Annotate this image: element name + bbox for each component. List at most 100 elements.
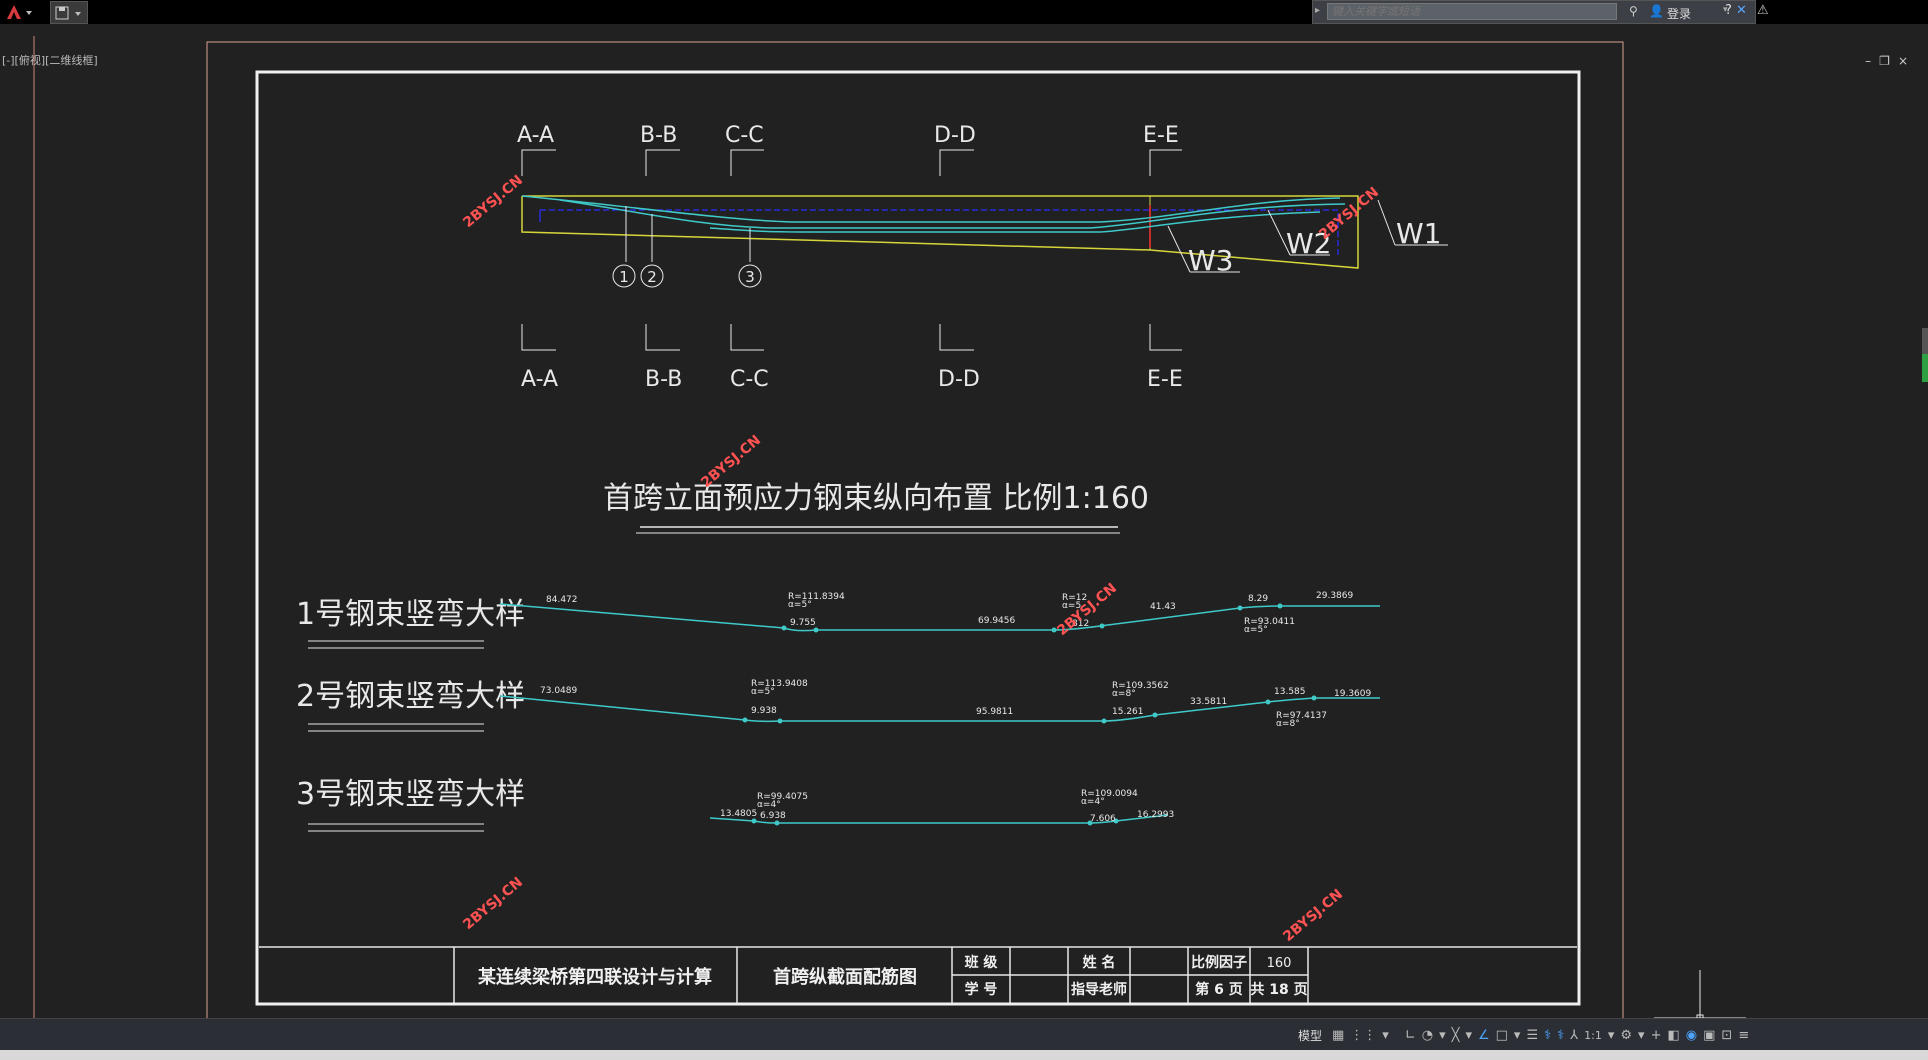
model-space-canvas[interactable]: [-][俯视][二维线框] –❐× A-A B-B C-C D-D E-E A-… (0, 24, 1928, 1022)
application-title-bar: ▸ ⚲ 👤 登录 ▾ ✕ ⚠ ? (0, 0, 1928, 24)
annotation: 84.472 (546, 595, 578, 605)
tendon-profiles (499, 603, 1380, 824)
scale-label: 比例因子 (1191, 954, 1247, 971)
section-label: B-B (640, 123, 677, 148)
drawing-frame (255, 70, 1581, 1006)
scale-value: 160 (1267, 956, 1292, 971)
project-name: 某连续梁桥第四联设计与计算 (478, 966, 712, 988)
annotation: α=5° (751, 687, 775, 697)
watermark: 2BYSJ.CN (1280, 886, 1346, 945)
quick-access-toolbar-button[interactable] (50, 1, 88, 24)
annotation: 29.3869 (1316, 591, 1353, 601)
annotation: 7.606 (1090, 814, 1116, 824)
workspace-gear-icon[interactable]: ⚙ (1620, 1028, 1632, 1043)
paper-border (206, 41, 1624, 1022)
annotation: 16.2993 (1137, 810, 1174, 820)
binoculars-icon[interactable]: ⚲ (1629, 4, 1638, 18)
tendon-vertices (742, 603, 1317, 826)
annotation: 73.0489 (540, 686, 577, 696)
user-icon[interactable]: 👤 (1649, 4, 1664, 18)
chevron-down-icon[interactable]: ▾ (1514, 1028, 1521, 1043)
main-title: 首跨立面预应力钢束纵向布置 比例1:160 (603, 481, 1149, 516)
model-tab[interactable]: 模型 (1298, 1027, 1322, 1044)
annotation-visibility-icon[interactable]: ⚕ (1544, 1028, 1551, 1043)
grid-icon[interactable]: ▦ (1332, 1028, 1344, 1043)
annotation: 95.9811 (976, 707, 1013, 717)
autocad-logo-icon (7, 4, 32, 19)
application-menu-button[interactable] (2, 1, 36, 22)
advisor-label: 指导老师 (1071, 981, 1127, 998)
exchange-icon[interactable]: ✕ (1736, 3, 1747, 18)
annotation-scale-icon[interactable]: ⅄ (1570, 1028, 1578, 1043)
snap-icon[interactable]: ⋮⋮ (1350, 1028, 1376, 1043)
plus-icon[interactable]: + (1651, 1028, 1662, 1043)
annotation: α=8° (1112, 689, 1136, 699)
stay-connected-icon[interactable]: ⚠ (1757, 3, 1769, 18)
detail-label-1: 1号钢束竖弯大样 (296, 597, 525, 632)
isodraft-icon[interactable]: ╳ (1452, 1028, 1460, 1043)
annotation: α=4° (1081, 797, 1105, 807)
detail-label-3: 3号钢束竖弯大样 (296, 777, 525, 812)
section-label: B-B (645, 367, 682, 392)
tendon-marker: 3 (745, 268, 755, 286)
tendon-marker: 2 (647, 268, 657, 286)
clean-screen-icon[interactable]: ⊡ (1721, 1028, 1732, 1043)
login-link[interactable]: 登录 (1667, 5, 1691, 22)
ortho-icon[interactable]: ∟ (1405, 1028, 1416, 1043)
title-block-grid (259, 946, 1577, 1003)
annotation: 9.755 (790, 618, 816, 628)
annotation: α=5° (1244, 625, 1268, 635)
chevron-down-icon[interactable]: ▾ (1465, 1028, 1472, 1043)
graphics-icon[interactable]: ▣ (1703, 1028, 1715, 1043)
drawing-sheet: A-A B-B C-C D-D E-E A-A B-B C-C D-D E-E … (33, 36, 1928, 1022)
search-input[interactable] (1327, 3, 1617, 20)
section-label: A-A (521, 367, 558, 392)
web-labels: W1 W2 W3 (1188, 217, 1442, 277)
tendon-markers: 1 2 3 (619, 268, 755, 286)
web-label: W1 (1396, 217, 1442, 250)
status-bar: 模型 ▦ ⋮⋮ ▾ ∟ ◔ ▾ ╳ ▾ ∠ □ ▾ ☰ ⚕ ⚕ ⅄ 1:1 ▾ … (0, 1018, 1928, 1051)
save-icon (55, 6, 81, 19)
annotation: α=5° (788, 600, 812, 610)
polar-icon[interactable]: ◔ (1422, 1028, 1433, 1043)
chevron-down-icon[interactable]: ▾ (1439, 1028, 1446, 1043)
watermark: 2BYSJ.CN (460, 172, 526, 231)
drafting-tools: ▦ ⋮⋮ ▾ ∟ ◔ ▾ ╳ ▾ ∠ □ ▾ ☰ ⚕ ⚕ ⅄ 1:1 ▾ ⚙ ▾… (1332, 1025, 1749, 1045)
annotation: α=8° (1276, 719, 1300, 729)
ucs-icon (1654, 970, 1746, 1022)
tendon-marker: 1 (619, 268, 629, 286)
watermark: 2BYSJ.CN (1316, 184, 1382, 243)
help-icon[interactable]: ? (1725, 3, 1732, 18)
object-snap-icon[interactable]: □ (1496, 1028, 1508, 1043)
section-labels-top: A-A B-B C-C D-D E-E (517, 123, 1179, 148)
infocenter-bar: ▸ ⚲ 👤 登录 ▾ ✕ ⚠ ? (1312, 0, 1769, 24)
auto-scale-icon[interactable]: ⚕ (1557, 1028, 1564, 1043)
title-block: 某连续梁桥第四联设计与计算 首跨纵截面配筋图 班 级 学 号 姓 名 指导老师 … (478, 954, 1308, 998)
isolate-objects-icon[interactable]: ◧ (1667, 1028, 1679, 1043)
section-label: C-C (725, 123, 764, 148)
vertical-scrollbar[interactable] (1922, 328, 1928, 354)
section-label: E-E (1147, 367, 1183, 392)
annotation: 8.29 (1248, 594, 1268, 604)
total-pages-label: 共 18 页 (1250, 981, 1307, 998)
expand-arrow-icon[interactable]: ▸ (1315, 5, 1320, 16)
detail-annotations: 84.472 R=111.8394 α=5° 9.755 69.9456 R=1… (540, 591, 1371, 824)
annotation: α=4° (757, 800, 781, 810)
annotation-scale-value[interactable]: 1:1 (1584, 1029, 1602, 1042)
customize-icon[interactable]: ≡ (1738, 1028, 1749, 1043)
object-snap-tracking-icon[interactable]: ∠ (1478, 1028, 1490, 1043)
drawing-name: 首跨纵截面配筋图 (773, 966, 917, 988)
chevron-down-icon[interactable]: ▾ (1638, 1028, 1645, 1043)
annotation: 33.5811 (1190, 697, 1227, 707)
lineweight-icon[interactable]: ☰ (1526, 1028, 1538, 1043)
chevron-down-icon[interactable]: ▾ (1382, 1028, 1389, 1043)
section-label: E-E (1143, 123, 1179, 148)
section-cut-marks (521, 149, 1182, 351)
section-label: D-D (934, 123, 976, 148)
section-label: C-C (730, 367, 769, 392)
annotation: 41.43 (1150, 602, 1176, 612)
annotation: 15.261 (1112, 707, 1144, 717)
chevron-down-icon[interactable]: ▾ (1608, 1028, 1615, 1043)
section-labels-bottom: A-A B-B C-C D-D E-E (521, 367, 1183, 392)
hardware-acceleration-icon[interactable]: ◉ (1686, 1028, 1697, 1043)
